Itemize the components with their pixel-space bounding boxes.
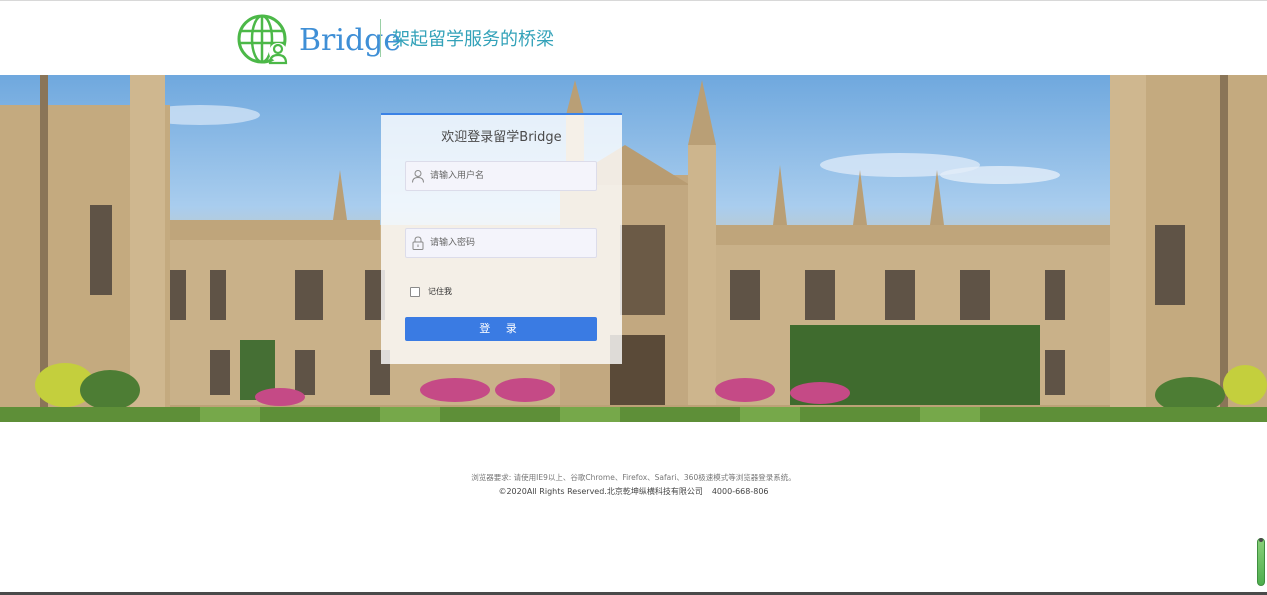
brand-slogan: 架起留学服务的桥梁 bbox=[392, 29, 554, 50]
login-title: 欢迎登录留学Bridge bbox=[441, 130, 562, 145]
remember-me[interactable]: 记住我 bbox=[410, 286, 452, 298]
brand-divider bbox=[380, 19, 381, 57]
globe-user-logo-icon bbox=[237, 14, 288, 65]
campus-banner-image bbox=[0, 75, 1267, 422]
browser-requirements: 浏览器要求: 请使用IE9以上、谷歌Chrome、Firefox、Safari、… bbox=[471, 473, 796, 482]
remember-me-label: 记住我 bbox=[428, 287, 452, 296]
lock-icon bbox=[412, 236, 424, 250]
college-building-illustration bbox=[0, 75, 1267, 422]
contact-phone: 4000-668-806 bbox=[711, 487, 769, 496]
password-field[interactable] bbox=[405, 228, 597, 258]
username-field[interactable] bbox=[405, 161, 597, 191]
password-input[interactable] bbox=[430, 229, 594, 257]
login-panel: 欢迎登录留学Bridge 记住我 登 录 bbox=[381, 113, 622, 364]
copyright-line: ©2020All Rights Reserved.北京乾坤纵横科技有限公司 400… bbox=[0, 486, 1267, 497]
login-button[interactable]: 登 录 bbox=[405, 317, 597, 341]
scroll-widget-cap bbox=[1259, 538, 1263, 542]
user-icon bbox=[412, 170, 424, 183]
login-page: Bridge 架起留学服务的桥梁 欢迎登录留学Bridge 请输入用户名 记住我… bbox=[0, 0, 1267, 595]
username-input[interactable] bbox=[430, 162, 594, 190]
copyright-text: ©2020All Rights Reserved.北京乾坤纵横科技有限公司 bbox=[498, 487, 703, 496]
brand-name: Bridge bbox=[299, 23, 402, 58]
remember-me-checkbox[interactable] bbox=[410, 287, 420, 297]
header: Bridge 架起留学服务的桥梁 bbox=[0, 1, 1267, 75]
floating-scroll-widget[interactable] bbox=[1257, 538, 1265, 586]
